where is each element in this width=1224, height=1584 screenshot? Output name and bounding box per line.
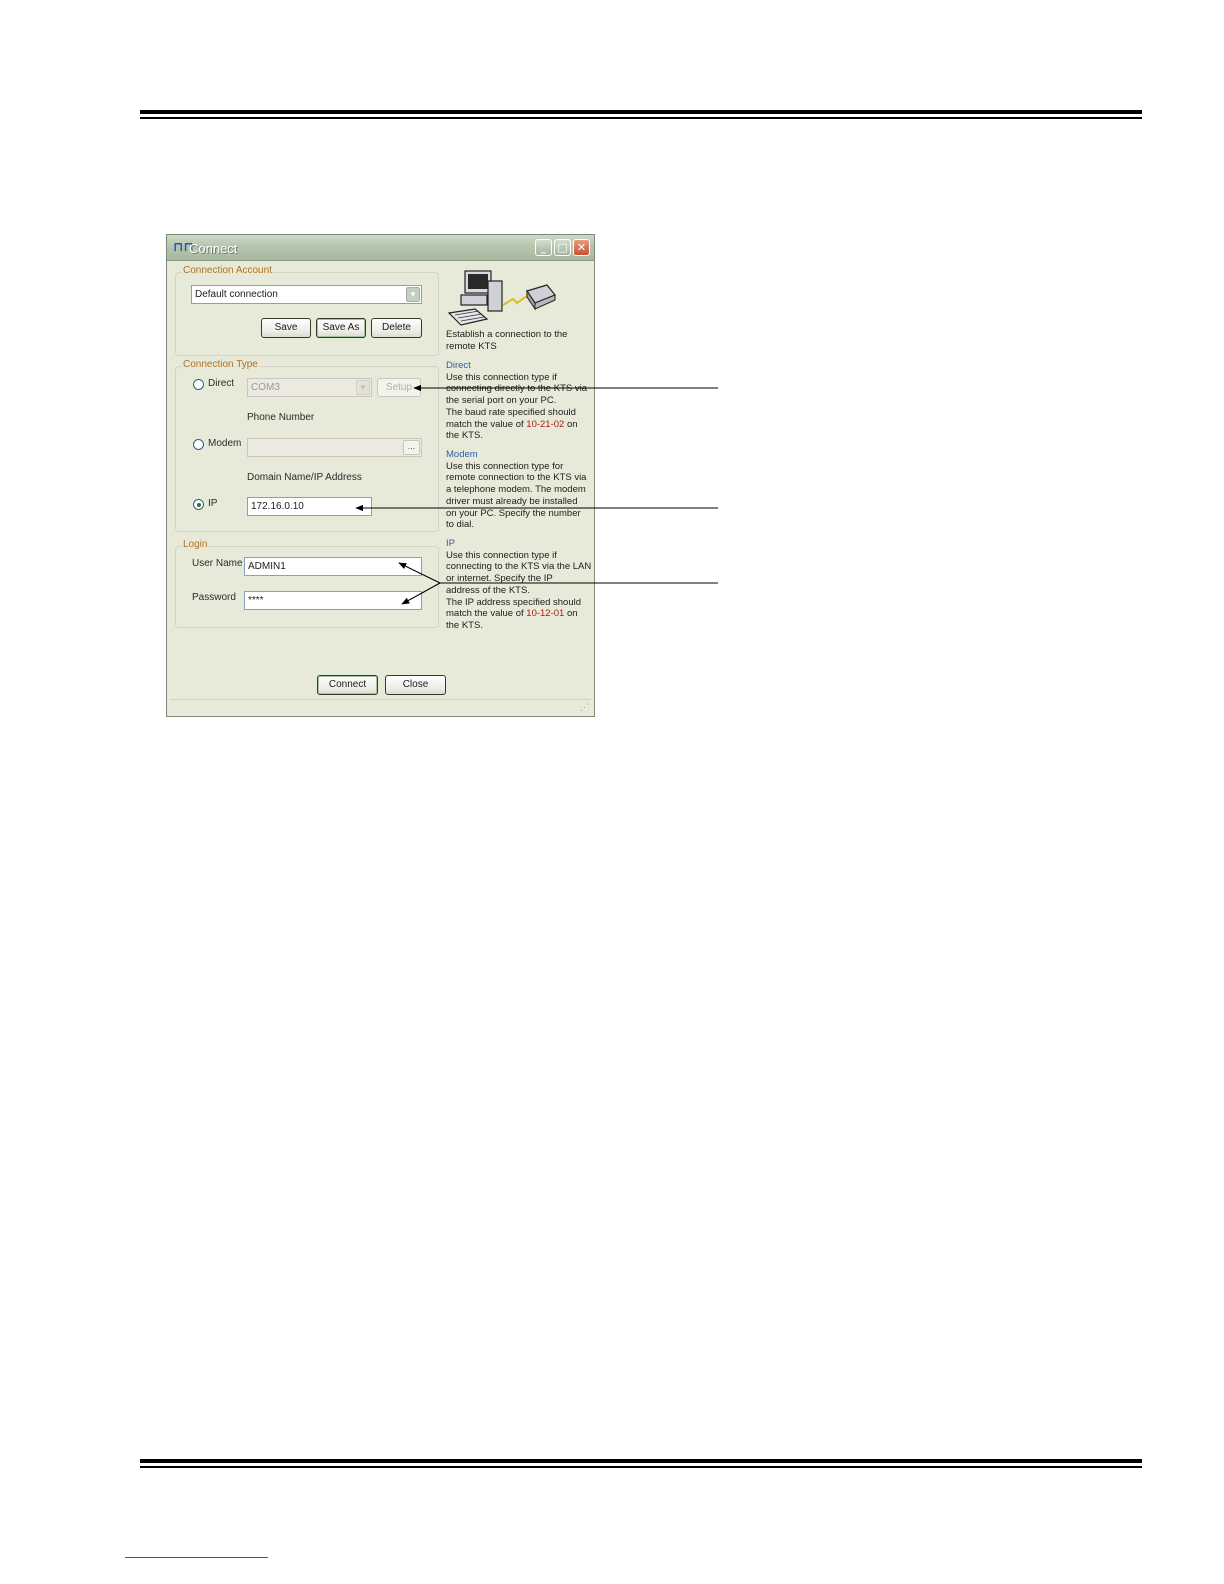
callout-annotations [355,384,718,605]
callout-line-username [398,562,441,584]
callout-line-password [401,582,441,605]
